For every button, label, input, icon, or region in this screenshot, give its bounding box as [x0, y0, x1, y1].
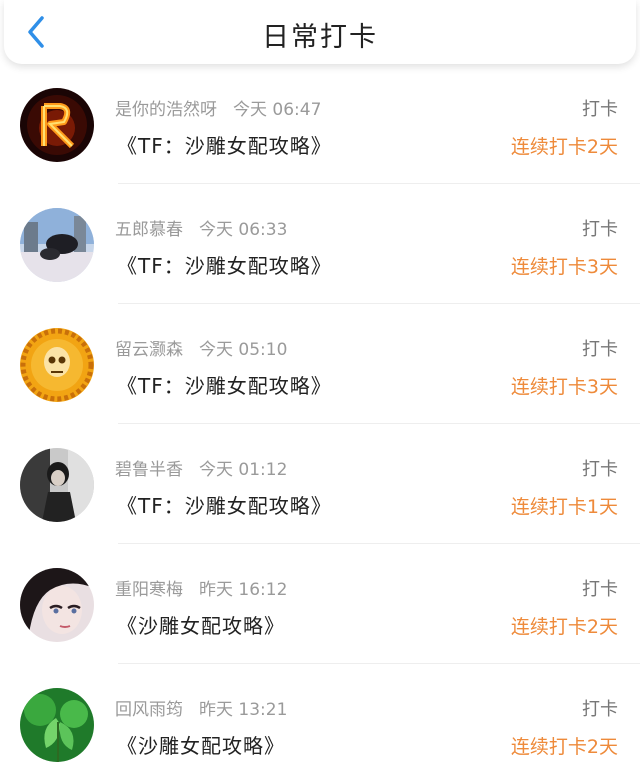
user-name[interactable]: 是你的浩然呀	[115, 100, 217, 120]
list-item[interactable]: 五郎慕春 今天 06:33 《TF：沙雕女配攻略》 打卡 连续打卡3天	[0, 184, 640, 304]
list-item[interactable]: 重阳寒梅 昨天 16:12 《沙雕女配攻略》 打卡 连续打卡2天	[0, 544, 640, 664]
streak-label: 连续打卡3天	[510, 256, 618, 278]
timestamp: 今天 05:10	[199, 340, 288, 360]
timestamp: 昨天 16:12	[199, 580, 288, 600]
book-title[interactable]: 《沙雕女配攻略》	[117, 610, 285, 639]
avatar[interactable]	[20, 688, 94, 762]
user-meta: 是你的浩然呀 今天 06:47	[115, 95, 321, 120]
checkin-label: 打卡	[582, 579, 618, 600]
streak-label: 连续打卡2天	[510, 736, 618, 758]
list-item[interactable]: 留云灏森 今天 05:10 《TF：沙雕女配攻略》 打卡 连续打卡3天	[0, 304, 640, 424]
checkin-list: 是你的浩然呀 今天 06:47 《TF：沙雕女配攻略》 打卡 连续打卡2天 五郎慕…	[0, 64, 640, 784]
avatar[interactable]	[20, 88, 94, 162]
user-name[interactable]: 碧鲁半香	[115, 460, 183, 480]
list-item[interactable]: 回风雨筠 昨天 13:21 《沙雕女配攻略》 打卡 连续打卡2天	[0, 664, 640, 784]
user-meta: 五郎慕春 今天 06:33	[115, 215, 287, 240]
user-name[interactable]: 重阳寒梅	[115, 580, 183, 600]
app-header: 日常打卡	[4, 0, 636, 64]
checkin-label: 打卡	[582, 219, 618, 240]
streak-label: 连续打卡2天	[510, 136, 618, 158]
page-title: 日常打卡	[262, 22, 378, 53]
book-title[interactable]: 《TF：沙雕女配攻略》	[117, 130, 332, 159]
book-title[interactable]: 《沙雕女配攻略》	[117, 730, 285, 759]
list-item[interactable]: 是你的浩然呀 今天 06:47 《TF：沙雕女配攻略》 打卡 连续打卡2天	[0, 64, 640, 184]
timestamp: 今天 01:12	[199, 460, 288, 480]
user-name[interactable]: 留云灏森	[115, 340, 183, 360]
avatar[interactable]	[20, 208, 94, 282]
avatar[interactable]	[20, 448, 94, 522]
book-title[interactable]: 《TF：沙雕女配攻略》	[117, 250, 332, 279]
user-name[interactable]: 回风雨筠	[115, 700, 183, 720]
book-title[interactable]: 《TF：沙雕女配攻略》	[117, 370, 332, 399]
user-meta: 重阳寒梅 昨天 16:12	[115, 575, 287, 600]
checkin-label: 打卡	[582, 99, 618, 120]
timestamp: 今天 06:47	[233, 100, 322, 120]
avatar[interactable]	[20, 328, 94, 402]
timestamp: 今天 06:33	[199, 220, 288, 240]
checkin-label: 打卡	[582, 699, 618, 720]
checkin-label: 打卡	[582, 459, 618, 480]
streak-label: 连续打卡3天	[510, 376, 618, 398]
streak-label: 连续打卡1天	[510, 496, 618, 518]
checkin-label: 打卡	[582, 339, 618, 360]
user-name[interactable]: 五郎慕春	[115, 220, 183, 240]
list-item[interactable]: 碧鲁半香 今天 01:12 《TF：沙雕女配攻略》 打卡 连续打卡1天	[0, 424, 640, 544]
streak-label: 连续打卡2天	[510, 616, 618, 638]
book-title[interactable]: 《TF：沙雕女配攻略》	[117, 490, 332, 519]
user-meta: 碧鲁半香 今天 01:12	[115, 455, 287, 480]
user-meta: 回风雨筠 昨天 13:21	[115, 695, 287, 720]
timestamp: 昨天 13:21	[199, 700, 288, 720]
avatar[interactable]	[20, 568, 94, 642]
user-meta: 留云灏森 今天 05:10	[115, 335, 287, 360]
